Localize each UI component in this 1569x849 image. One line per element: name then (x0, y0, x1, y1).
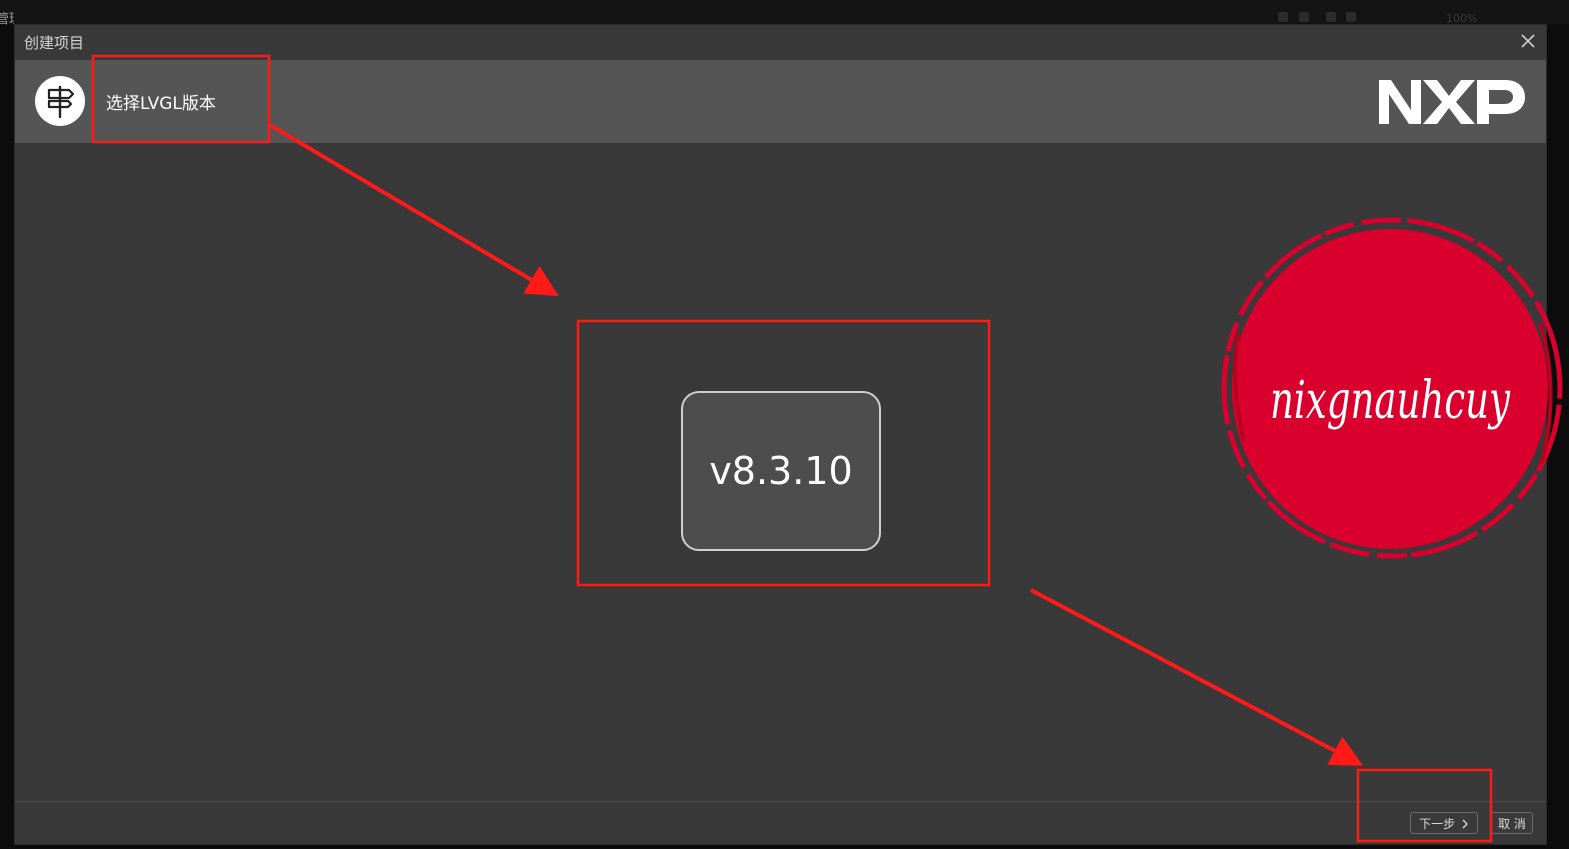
next-button[interactable]: 下一步 (1410, 812, 1478, 834)
step-title: 选择LVGL版本 (106, 94, 216, 114)
lvgl-version-option[interactable]: v8.3.10 (681, 391, 881, 551)
dialog-title: 创建项目 (24, 34, 85, 52)
close-icon[interactable] (1518, 31, 1538, 51)
nxp-logo (1379, 80, 1525, 124)
signpost-icon (35, 76, 85, 126)
cancel-button[interactable]: 取 消 (1491, 812, 1533, 834)
svg-text:nixgnauhcuy: nixgnauhcuy (1270, 371, 1510, 431)
next-button-label: 下一步 (1419, 817, 1456, 831)
create-project-dialog: 创建项目 选择LVGL版本 v8.3.10 nixgnauhcuy 下一步 取 … (14, 24, 1563, 846)
dialog-titlebar: 创建项目 (15, 25, 1546, 59)
version-selection-area: v8.3.10 nixgnauhcuy (15, 143, 1563, 801)
background-window-label: 管理 (0, 12, 14, 27)
wizard-step-header: 选择LVGL版本 (15, 60, 1546, 143)
chevron-right-icon (1462, 819, 1468, 829)
dialog-footer: 下一步 取 消 (15, 802, 1546, 846)
watermark-seal: nixgnauhcuy (1210, 213, 1569, 563)
